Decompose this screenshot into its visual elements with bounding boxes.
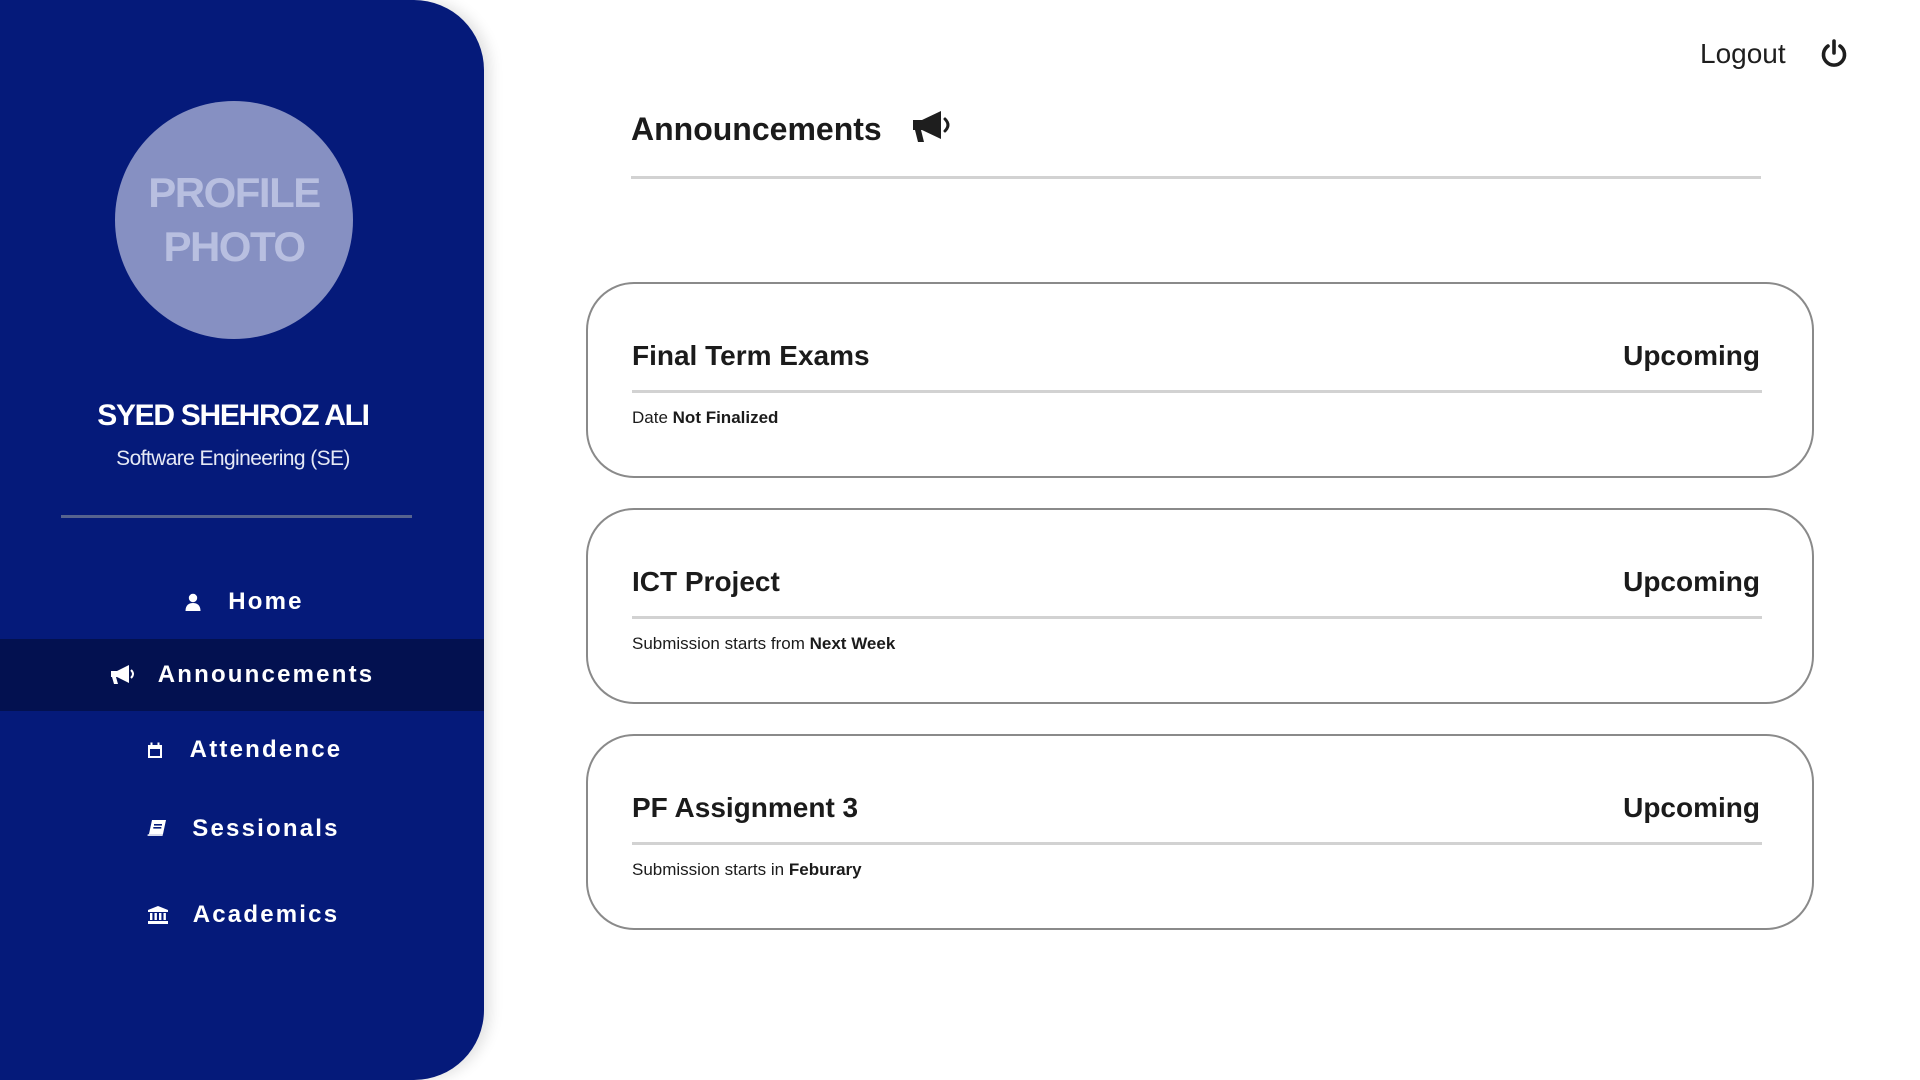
sidebar-item-label: Sessionals bbox=[192, 815, 340, 842]
page-header: Announcements bbox=[631, 108, 952, 151]
megaphone-icon bbox=[110, 662, 136, 688]
sidebar: PROFILE PHOTO SYED SHEHROZ ALI Software … bbox=[0, 0, 484, 1080]
announcement-title: ICT Project bbox=[632, 566, 780, 597]
user-name: SYED SHEHROZ ALI bbox=[97, 399, 370, 432]
detail-value: Not Finalized bbox=[672, 408, 779, 427]
detail-prefix: Date bbox=[632, 408, 668, 427]
announcement-status: Upcoming bbox=[1623, 340, 1760, 371]
megaphone-icon bbox=[910, 108, 952, 151]
power-icon[interactable] bbox=[1820, 39, 1848, 69]
sidebar-item-home[interactable]: Home bbox=[0, 566, 484, 638]
detail-prefix: Submission starts in bbox=[632, 860, 785, 879]
institution-icon bbox=[145, 902, 171, 928]
sidebar-item-label: Academics bbox=[192, 901, 340, 928]
card-divider bbox=[632, 616, 1762, 619]
card-divider bbox=[632, 390, 1762, 393]
calendar-icon bbox=[142, 737, 168, 763]
book-icon bbox=[144, 816, 170, 842]
announcement-detail: Submission starts from Next Week bbox=[632, 634, 895, 654]
sidebar-item-academics[interactable]: Academics bbox=[0, 879, 484, 951]
sidebar-item-attendence[interactable]: Attendence bbox=[0, 714, 484, 786]
announcement-card[interactable]: Final Term Exams Upcoming Date Not Final… bbox=[586, 282, 1814, 478]
announcement-card[interactable]: ICT Project Upcoming Submission starts f… bbox=[586, 508, 1814, 704]
profile-photo[interactable]: PROFILE PHOTO bbox=[115, 101, 353, 339]
announcement-detail: Submission starts in Feburary bbox=[632, 860, 862, 880]
announcement-status: Upcoming bbox=[1623, 792, 1760, 823]
announcement-detail: Date Not Finalized bbox=[632, 408, 778, 428]
sidebar-item-sessionals[interactable]: Sessionals bbox=[0, 793, 484, 865]
detail-value: Feburary bbox=[788, 860, 862, 879]
detail-prefix: Submission starts from bbox=[632, 634, 805, 653]
logout-button[interactable]: Logout bbox=[1700, 38, 1848, 70]
announcement-title: PF Assignment 3 bbox=[632, 792, 859, 823]
sidebar-item-announcements[interactable]: Announcements bbox=[0, 639, 484, 711]
page-title: Announcements bbox=[631, 111, 882, 147]
profile-photo-placeholder: PROFILE PHOTO bbox=[148, 169, 321, 270]
card-divider bbox=[632, 842, 1762, 845]
detail-value: Next Week bbox=[809, 634, 896, 653]
announcement-status: Upcoming bbox=[1623, 566, 1760, 597]
app-root: PROFILE PHOTO SYED SHEHROZ ALI Software … bbox=[0, 0, 1920, 1080]
sidebar-divider bbox=[61, 515, 412, 518]
announcement-title: Final Term Exams bbox=[632, 340, 870, 371]
sidebar-item-label: Home bbox=[228, 588, 304, 615]
sidebar-item-label: Attendence bbox=[189, 736, 343, 763]
sidebar-item-label: Announcements bbox=[157, 661, 375, 688]
user-icon bbox=[180, 589, 206, 615]
logout-label: Logout bbox=[1700, 38, 1786, 69]
announcement-card[interactable]: PF Assignment 3 Upcoming Submission star… bbox=[586, 734, 1814, 930]
user-program: Software Engineering (SE) bbox=[116, 447, 350, 470]
header-divider bbox=[631, 176, 1761, 179]
